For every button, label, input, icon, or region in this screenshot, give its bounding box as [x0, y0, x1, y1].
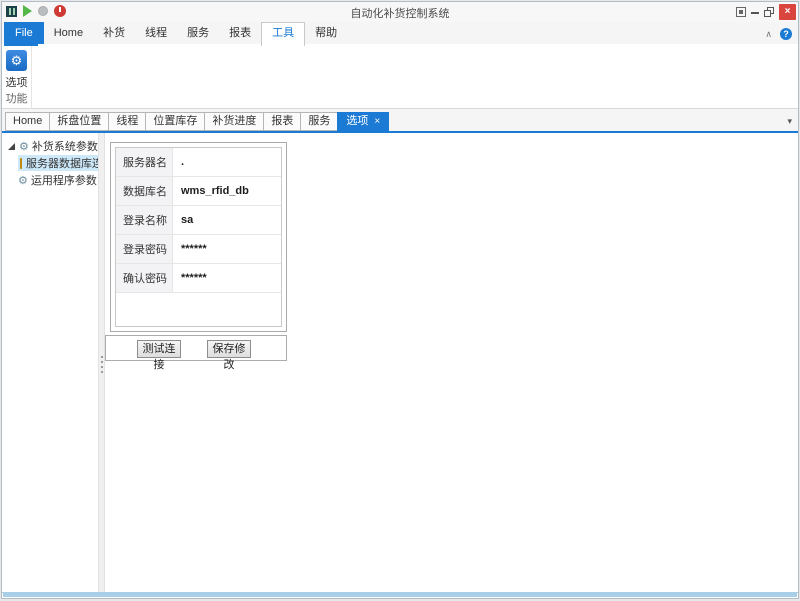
database-icon	[20, 158, 22, 169]
test-connection-button[interactable]: 测试连接	[137, 340, 181, 358]
gear-icon: ⚙	[11, 53, 23, 68]
ribbon-tab-tools[interactable]: 工具	[261, 22, 305, 46]
login-name-field[interactable]: sa	[173, 206, 281, 234]
doc-tab-report[interactable]: 报表	[263, 112, 301, 131]
minimize-icon[interactable]	[751, 8, 759, 16]
confirm-password-field[interactable]: ******	[173, 264, 281, 292]
ribbon-tab-home[interactable]: Home	[44, 22, 93, 44]
login-password-label: 登录密码	[116, 235, 173, 263]
database-name-label: 数据库名	[116, 177, 173, 205]
ribbon-tab-service[interactable]: 服务	[177, 22, 219, 44]
form-row-server: 服务器名 .	[116, 148, 281, 177]
server-name-field[interactable]: .	[173, 148, 281, 176]
form-row-password: 登录密码 ******	[116, 235, 281, 264]
tab-overflow-icon[interactable]: ▾	[787, 116, 792, 127]
ribbon-group-function: ⚙ 选项 功能	[2, 46, 32, 109]
form-buttons-panel: 测试连接 保存修改	[105, 335, 287, 361]
ribbon-body: ⚙ 选项 功能	[2, 46, 798, 109]
doc-tab-service[interactable]: 服务	[300, 112, 338, 131]
confirm-password-label: 确认密码	[116, 264, 173, 292]
ribbon-tab-bar: File Home 补货 线程 服务 报表 工具 帮助	[2, 22, 798, 44]
ribbon-tab-replenish[interactable]: 补货	[93, 22, 135, 44]
options-button-label: 选项	[2, 74, 31, 90]
doc-tab-home[interactable]: Home	[5, 112, 50, 131]
doc-tab-options[interactable]: 选项 ×	[337, 112, 389, 131]
tree-node-system-params[interactable]: ⚙ 补货系统参数	[8, 138, 98, 154]
doc-tab-options-label: 选项	[346, 113, 368, 130]
status-bar	[3, 592, 797, 597]
doc-tab-unstack-position[interactable]: 拆盘位置	[49, 112, 109, 131]
title-bar: 自动化补货控制系统 ×	[2, 2, 798, 22]
ribbon-group-label: 功能	[2, 90, 31, 106]
login-name-label: 登录名称	[116, 206, 173, 234]
gear-icon: ⚙	[19, 140, 29, 153]
server-name-label: 服务器名	[116, 148, 173, 176]
ribbon-collapse-icon[interactable]: ∧	[765, 29, 772, 40]
document-tab-strip: Home 拆盘位置 线程 位置库存 补货进度 报表 服务 选项 × ▾	[2, 109, 798, 131]
doc-tab-replenish-progress[interactable]: 补货进度	[204, 112, 264, 131]
window-controls: ×	[736, 4, 796, 20]
ribbon-tab-help[interactable]: 帮助	[305, 22, 347, 44]
save-changes-button[interactable]: 保存修改	[207, 340, 251, 358]
settings-tree-panel: ⚙ 补货系统参数 服务器数据库连接 ⚙ 运用程序参数	[4, 133, 98, 592]
options-button[interactable]: ⚙	[6, 50, 27, 71]
form-row-confirm-password: 确认密码 ******	[116, 264, 281, 293]
ribbon-tab-file[interactable]: File	[4, 22, 44, 44]
panel-splitter[interactable]	[98, 133, 105, 592]
ribbon-tab-thread[interactable]: 线程	[135, 22, 177, 44]
file-tab-underline	[4, 44, 38, 46]
doc-tab-thread[interactable]: 线程	[108, 112, 146, 131]
gear-icon: ⚙	[18, 174, 28, 187]
app-window: 自动化补货控制系统 × File Home 补货 线程 服务 报表 工具 帮助 …	[1, 1, 799, 599]
tree-node-app-params[interactable]: ⚙ 运用程序参数	[18, 172, 97, 188]
restore-icon[interactable]	[764, 7, 774, 17]
database-name-field[interactable]: wms_rfid_db	[173, 177, 281, 205]
splitter-grip-icon	[101, 353, 103, 376]
tree-node-db-connection[interactable]: 服务器数据库连接	[18, 155, 98, 171]
form-row-login: 登录名称 sa	[116, 206, 281, 235]
ribbon-tab-report[interactable]: 报表	[219, 22, 261, 44]
doc-tab-location-stock[interactable]: 位置库存	[145, 112, 205, 131]
db-connection-grid: 服务器名 . 数据库名 wms_rfid_db 登录名称 sa 登录密码 ***…	[115, 147, 282, 327]
close-button[interactable]: ×	[779, 4, 796, 20]
window-title: 自动化补货控制系统	[2, 5, 798, 21]
tree-expander-icon[interactable]	[8, 143, 15, 150]
tree-node-label: 补货系统参数	[32, 138, 98, 154]
db-connection-panel: 服务器名 . 数据库名 wms_rfid_db 登录名称 sa 登录密码 ***…	[110, 142, 287, 332]
window-options-icon[interactable]	[736, 7, 746, 17]
tab-close-icon[interactable]: ×	[374, 117, 380, 127]
help-icon[interactable]: ?	[780, 28, 792, 40]
tree-node-label: 运用程序参数	[31, 172, 97, 188]
login-password-field[interactable]: ******	[173, 235, 281, 263]
form-row-database: 数据库名 wms_rfid_db	[116, 177, 281, 206]
